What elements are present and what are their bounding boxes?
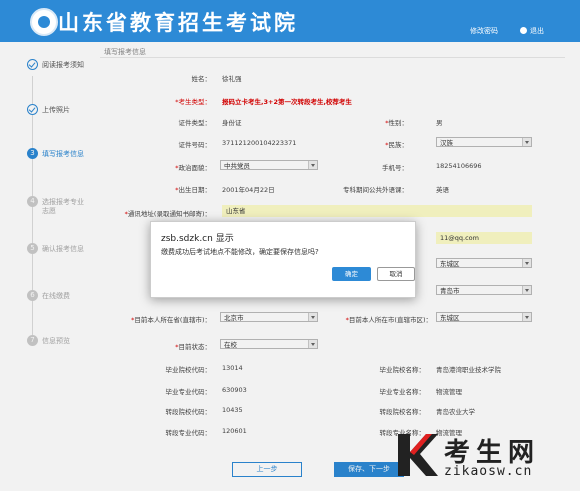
dialog-message: 缴费成功后考试地点不能修改，确定要保存信息吗? [161, 248, 319, 256]
change-password-link[interactable]: 修改密码 [470, 26, 498, 36]
school-logo-icon [30, 8, 58, 36]
confirm-button[interactable]: 确定 [332, 267, 371, 281]
cancel-button[interactable]: 取消 [377, 267, 415, 281]
logout-link[interactable]: 退出 [530, 26, 544, 36]
confirm-dialog: zsb.sdzk.cn 显示 缴费成功后考试地点不能修改，确定要保存信息吗? 确… [150, 221, 416, 298]
user-icon [520, 27, 527, 34]
watermark-k-logo-icon [398, 434, 438, 476]
watermark: 考生网 zikaosw.cn [396, 430, 576, 488]
watermark-url: zikaosw.cn [444, 464, 533, 479]
site-brand: 山东省教育招生考试院 [58, 10, 298, 35]
top-header: 山东省教育招生考试院 修改密码 退出 [0, 0, 580, 42]
dialog-title: zsb.sdzk.cn 显示 [161, 234, 234, 244]
